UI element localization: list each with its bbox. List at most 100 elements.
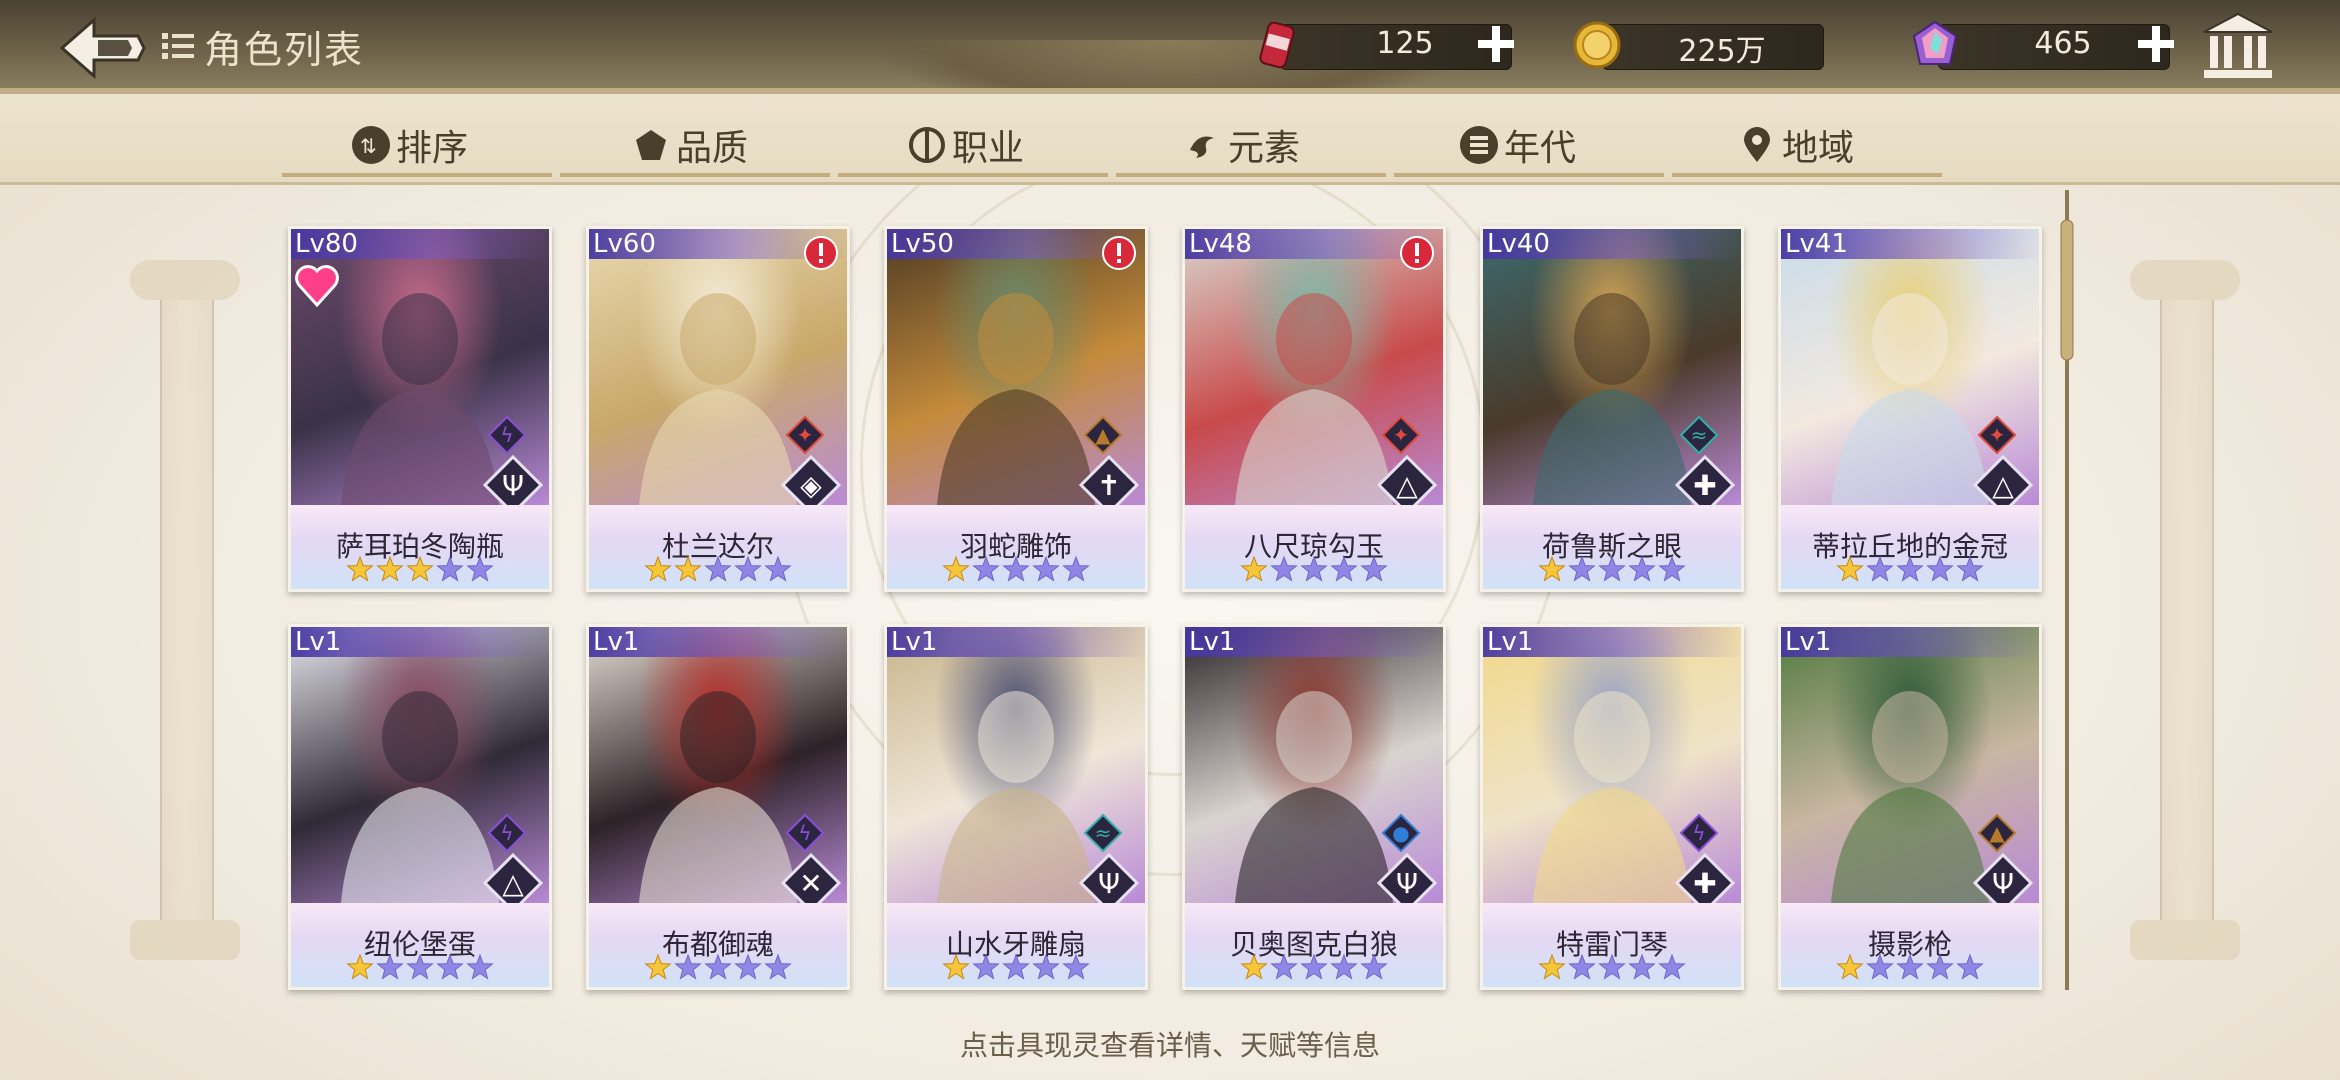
era-icon xyxy=(1460,126,1498,164)
gold-coin-icon xyxy=(1573,21,1621,69)
svg-text:≈: ≈ xyxy=(1095,821,1112,845)
star-empty xyxy=(1568,555,1596,582)
star-empty xyxy=(1270,953,1298,980)
character-card[interactable]: Lv41 ✦ △ 蒂拉丘地的金冠 xyxy=(1778,226,2042,592)
star-empty xyxy=(734,555,762,582)
star-empty xyxy=(1926,953,1954,980)
alert-icon xyxy=(1102,236,1136,270)
page-title: 角色列表 xyxy=(204,27,365,72)
star-empty xyxy=(1628,555,1656,582)
star-rating xyxy=(942,555,1090,582)
svg-text:Ψ: Ψ xyxy=(1396,867,1418,900)
character-card[interactable]: Lv1 ≈ Ψ 山水牙雕扇 xyxy=(884,624,1148,990)
thunder-element-icon: ϟ xyxy=(1679,813,1719,853)
svg-text:✝: ✝ xyxy=(1097,469,1120,502)
svg-text:ϟ: ϟ xyxy=(500,423,513,447)
star-rating xyxy=(1836,555,1984,582)
tab-class[interactable]: 职业 xyxy=(908,118,1024,172)
tab-era[interactable]: 年代 xyxy=(1460,118,1576,172)
tab-element[interactable]: 元素 xyxy=(1184,118,1300,172)
svg-text:△: △ xyxy=(1396,469,1418,502)
star-empty xyxy=(1956,953,1984,980)
star-empty xyxy=(1866,953,1894,980)
star-filled xyxy=(406,555,434,582)
tab-quality[interactable]: 品质 xyxy=(632,118,748,172)
star-filled xyxy=(1836,555,1864,582)
star-empty xyxy=(1360,555,1388,582)
wind-element-icon: ≈ xyxy=(1083,813,1123,853)
tab-label: 元素 xyxy=(1228,128,1301,169)
character-card[interactable]: Lv1 ϟ △ 纽伦堡蛋 xyxy=(288,624,552,990)
fire-element-icon: ✦ xyxy=(785,415,825,455)
list-icon xyxy=(162,33,194,59)
star-empty xyxy=(1002,555,1030,582)
star-rating xyxy=(1240,555,1388,582)
tab-label: 地域 xyxy=(1782,128,1855,169)
level-badge: Lv1 xyxy=(887,627,1145,657)
svg-text:▲: ▲ xyxy=(1095,423,1111,447)
thunder-element-icon: ϟ xyxy=(487,415,527,455)
star-filled xyxy=(644,555,672,582)
star-empty xyxy=(1300,953,1328,980)
tab-label: 职业 xyxy=(952,128,1025,169)
level-badge: Lv40 xyxy=(1483,229,1741,259)
star-rating xyxy=(1538,953,1686,980)
region-icon xyxy=(1738,126,1776,164)
star-filled xyxy=(1538,555,1566,582)
star-empty xyxy=(704,953,732,980)
tab-label: 品质 xyxy=(676,128,749,169)
stamina-can-icon xyxy=(1259,21,1295,69)
star-empty xyxy=(406,953,434,980)
character-card[interactable]: Lv1 ϟ ✚ 特雷门琴 xyxy=(1480,624,1744,990)
star-empty xyxy=(764,953,792,980)
add-stamina-button[interactable] xyxy=(1476,24,1516,64)
tab-region[interactable]: 地域 xyxy=(1738,118,1854,172)
character-card[interactable]: Lv60 ✦ ◈ 杜兰达尔 xyxy=(586,226,850,592)
star-filled xyxy=(644,953,672,980)
tab-divider xyxy=(560,173,830,177)
character-card[interactable]: Lv1 ▲ Ψ 摄影枪 xyxy=(1778,624,2042,990)
star-empty xyxy=(674,953,702,980)
character-card[interactable]: Lv1 ● Ψ 贝奥图克白狼 xyxy=(1182,624,1446,990)
character-card[interactable]: Lv80 ϟ Ψ 萨耳珀冬陶瓶 xyxy=(288,226,552,592)
character-card[interactable]: Lv48 ✦ △ 八尺琼勾玉 xyxy=(1182,226,1446,592)
level-badge: Lv41 xyxy=(1781,229,2039,259)
level-badge: Lv80 xyxy=(291,229,549,259)
quality-icon xyxy=(632,126,670,164)
tab-divider xyxy=(1394,173,1664,177)
star-empty xyxy=(1568,953,1596,980)
character-card[interactable]: Lv1 ϟ ✕ 布都御魂 xyxy=(586,624,850,990)
star-empty xyxy=(1598,555,1626,582)
water-element-icon: ● xyxy=(1381,813,1421,853)
scrollbar[interactable] xyxy=(2060,190,2074,990)
add-crystal-button[interactable] xyxy=(2136,24,2176,64)
star-empty xyxy=(376,953,404,980)
star-empty xyxy=(1062,555,1090,582)
tab-sort[interactable]: ⇅ 排序 xyxy=(352,118,468,172)
star-filled xyxy=(942,953,970,980)
svg-text:△: △ xyxy=(502,867,524,900)
level-badge: Lv1 xyxy=(291,627,549,657)
back-button[interactable] xyxy=(58,16,148,80)
star-filled xyxy=(1538,953,1566,980)
star-empty xyxy=(1032,555,1060,582)
star-empty xyxy=(764,555,792,582)
museum-button[interactable] xyxy=(2200,10,2276,82)
alert-icon xyxy=(804,236,838,270)
character-card[interactable]: Lv40 ≈ ✚ 荷鲁斯之眼 xyxy=(1480,226,1744,592)
star-empty xyxy=(1956,555,1984,582)
star-rating xyxy=(346,555,494,582)
svg-text:✚: ✚ xyxy=(1693,867,1716,900)
star-empty xyxy=(1330,953,1358,980)
star-empty xyxy=(436,953,464,980)
crystal-gem-icon xyxy=(1912,20,1958,65)
filter-tab-strip xyxy=(0,94,2340,185)
fire-element-icon: ✦ xyxy=(1977,415,2017,455)
alert-icon xyxy=(1400,236,1434,270)
star-empty xyxy=(1032,953,1060,980)
star-empty xyxy=(466,953,494,980)
character-card[interactable]: Lv50 ▲ ✝ 羽蛇雕饰 xyxy=(884,226,1148,592)
star-rating xyxy=(346,953,494,980)
star-empty xyxy=(1002,953,1030,980)
star-empty xyxy=(1628,953,1656,980)
